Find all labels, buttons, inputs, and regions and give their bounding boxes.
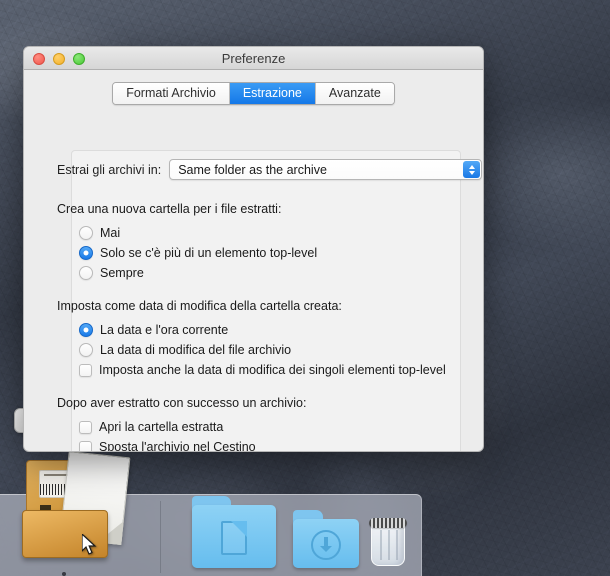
window-title: Preferenze xyxy=(221,51,286,66)
radio-option-data-file-archivio[interactable]: La data di modifica del file archivio xyxy=(57,340,482,360)
folder-body xyxy=(293,519,359,568)
mod-date-group: Imposta come data di modifica della cart… xyxy=(57,299,482,380)
checkbox-label: Imposta anche la data di modifica dei si… xyxy=(99,363,446,377)
checkbox-option-apri-cartella[interactable]: Apri la cartella estratta xyxy=(57,417,482,437)
radio-label: Solo se c'è più di un elemento top-level xyxy=(100,246,318,260)
dock-item-trash[interactable] xyxy=(368,514,408,566)
window-controls[interactable] xyxy=(33,53,85,65)
radio-label: Mai xyxy=(100,226,121,240)
checkbox-icon[interactable] xyxy=(79,420,92,434)
extract-destination-row: Estrai gli archivi in: Same folder as th… xyxy=(57,159,482,180)
close-button[interactable] xyxy=(33,53,45,65)
radio-icon[interactable] xyxy=(79,226,93,240)
chevron-updown-icon[interactable] xyxy=(463,161,480,178)
radio-label: La data e l'ora corrente xyxy=(100,323,229,337)
tab-estrazione[interactable]: Estrazione xyxy=(229,83,316,104)
folder-documents-icon xyxy=(192,496,276,568)
checkbox-option-singoli-elementi[interactable]: Imposta anche la data di modifica dei si… xyxy=(57,360,482,380)
folder-downloads-icon xyxy=(293,510,359,568)
dock-item-documents[interactable] xyxy=(192,496,276,568)
trash-icon xyxy=(371,524,405,566)
radio-icon[interactable] xyxy=(79,343,93,357)
extract-destination-popup[interactable]: Same folder as the archive xyxy=(169,159,482,180)
radio-icon-selected[interactable] xyxy=(79,246,93,260)
checkbox-icon[interactable] xyxy=(79,440,92,451)
radio-option-mai[interactable]: Mai xyxy=(57,223,482,243)
dock-running-indicator xyxy=(62,572,66,576)
chevron-up-icon xyxy=(468,164,475,169)
minimize-button[interactable] xyxy=(53,53,65,65)
checkbox-label: Sposta l'archivio nel Cestino xyxy=(99,440,256,452)
zoom-button[interactable] xyxy=(73,53,85,65)
radio-icon[interactable] xyxy=(79,266,93,280)
dock-item-downloads[interactable] xyxy=(293,510,359,568)
radio-option-data-ora-corrente[interactable]: La data e l'ora corrente xyxy=(57,320,482,340)
tab-formati-archivio[interactable]: Formati Archivio xyxy=(113,83,230,104)
checkbox-label: Apri la cartella estratta xyxy=(99,420,224,434)
tab-avanzate[interactable]: Avanzate xyxy=(315,83,394,104)
after-extraction-group-title: Dopo aver estratto con successo un archi… xyxy=(57,396,307,410)
radio-option-solo-se[interactable]: Solo se c'è più di un elemento top-level xyxy=(57,243,482,263)
extract-destination-value: Same folder as the archive xyxy=(178,162,327,177)
checkbox-option-sposta-cestino[interactable]: Sposta l'archivio nel Cestino xyxy=(57,437,482,452)
after-extraction-group: Dopo aver estratto con successo un archi… xyxy=(57,396,482,452)
dock[interactable] xyxy=(0,451,422,576)
tab-bar[interactable]: Formati Archivio Estrazione Avanzate xyxy=(112,82,395,105)
tab-bar-row: Formati Archivio Estrazione Avanzate xyxy=(24,70,483,105)
radio-label: Sempre xyxy=(100,266,144,280)
new-folder-group: Crea una nuova cartella per i file estra… xyxy=(57,202,482,283)
chevron-down-icon xyxy=(468,170,475,175)
radio-option-sempre[interactable]: Sempre xyxy=(57,263,482,283)
radio-label: La data di modifica del file archivio xyxy=(100,343,292,357)
folder-body xyxy=(192,505,276,568)
preferences-window[interactable]: Preferenze Formati Archivio Estrazione A… xyxy=(23,46,484,452)
extract-destination-label: Estrai gli archivi in: xyxy=(57,162,162,177)
estrazione-pane: Estrai gli archivi in: Same folder as th… xyxy=(57,159,482,452)
new-folder-group-title: Crea una nuova cartella per i file estra… xyxy=(57,202,282,216)
trash-lid xyxy=(369,518,407,528)
download-arrow-icon xyxy=(311,530,341,561)
document-glyph-icon xyxy=(221,520,247,555)
checkbox-icon[interactable] xyxy=(79,363,92,377)
dock-item-the-unarchiver[interactable] xyxy=(20,451,131,576)
window-titlebar[interactable]: Preferenze xyxy=(24,47,483,70)
radio-icon-selected[interactable] xyxy=(79,323,93,337)
dock-separator xyxy=(160,501,161,573)
mod-date-group-title: Imposta come data di modifica della cart… xyxy=(57,299,342,313)
